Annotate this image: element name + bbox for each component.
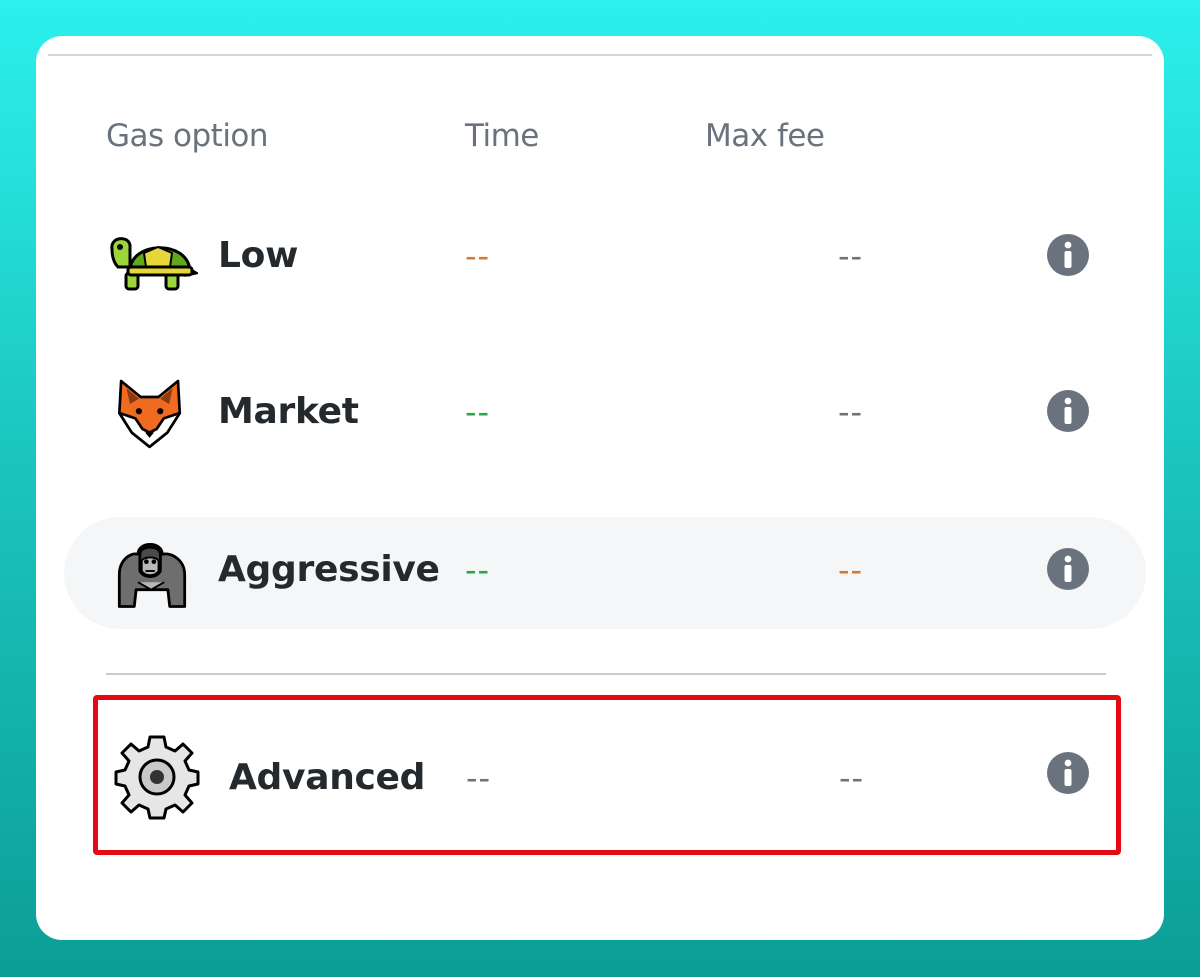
info-icon[interactable] (1046, 389, 1090, 433)
gas-option-time: -- (465, 237, 491, 275)
gas-option-time: -- (465, 393, 491, 431)
info-icon[interactable] (1046, 233, 1090, 277)
gear-icon (114, 735, 200, 820)
gas-option-max-fee: -- (838, 393, 864, 431)
gas-option-advanced[interactable]: Advanced -- -- (93, 695, 1121, 855)
fox-icon (118, 379, 182, 449)
info-icon[interactable] (1046, 547, 1090, 591)
header-time: Time (465, 118, 539, 154)
turtle-icon (110, 237, 198, 291)
gas-option-max-fee: -- (838, 551, 864, 589)
gas-options-panel: Gas option Time Max fee Low -- -- Market… (36, 36, 1164, 940)
info-icon[interactable] (1046, 751, 1090, 795)
gas-option-time: -- (466, 759, 492, 797)
top-divider (48, 54, 1152, 56)
gas-option-name: Market (218, 391, 359, 432)
gas-option-name: Aggressive (218, 549, 440, 590)
options-divider (106, 673, 1106, 675)
gas-option-max-fee: -- (838, 237, 864, 275)
gas-option-low[interactable]: Low -- -- (64, 203, 1146, 315)
gas-option-max-fee: -- (839, 759, 865, 797)
gas-option-aggressive[interactable]: Aggressive -- -- (64, 517, 1146, 629)
header-max-fee: Max fee (705, 118, 825, 154)
header-gas-option: Gas option (106, 118, 269, 154)
gas-option-market[interactable]: Market -- -- (64, 359, 1146, 471)
gas-option-name: Low (218, 235, 299, 276)
gas-option-time: -- (465, 551, 491, 589)
gorilla-icon (117, 543, 187, 608)
gas-option-name: Advanced (229, 757, 426, 798)
